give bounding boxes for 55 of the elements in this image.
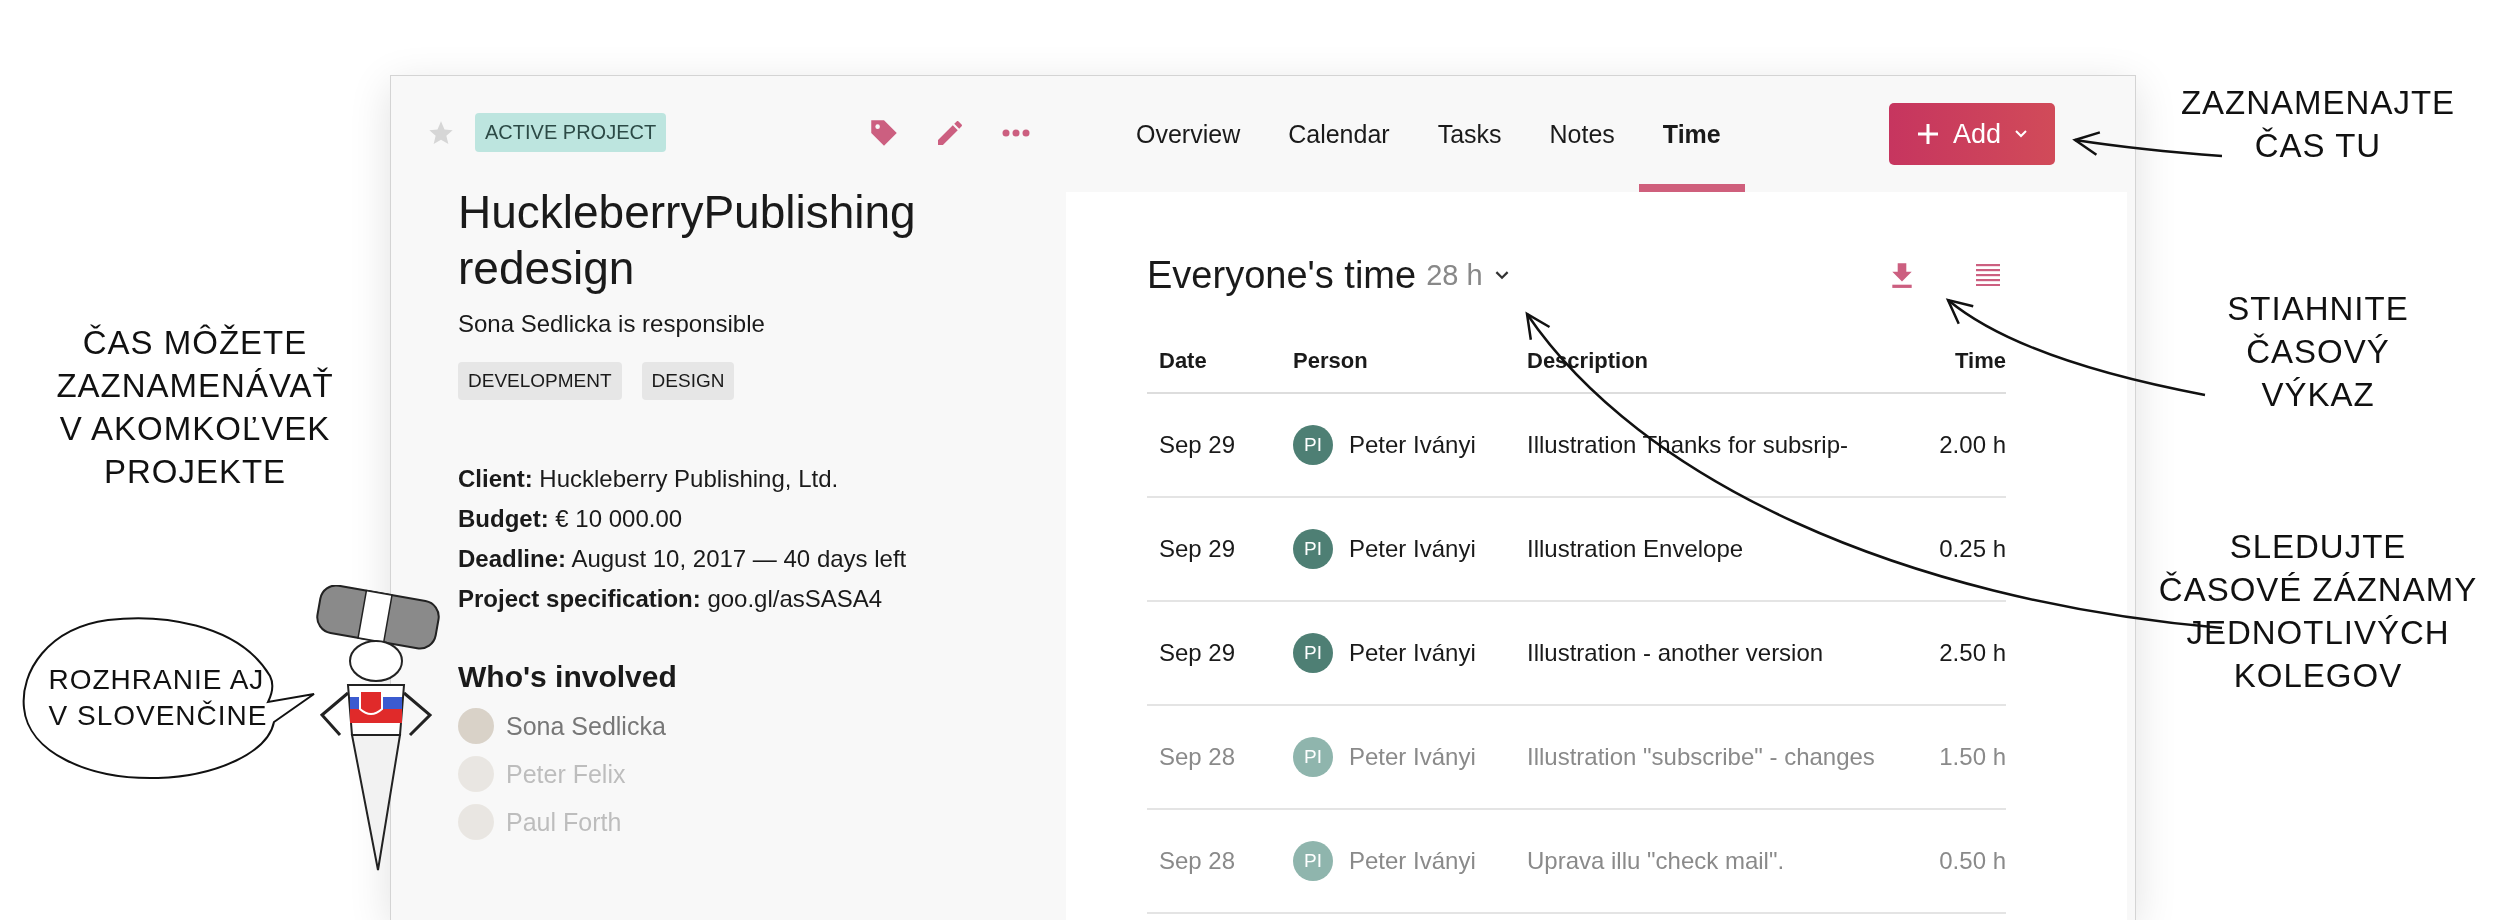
section-heading: Who's involved: [458, 660, 678, 694]
plus-icon: [1916, 123, 1939, 145]
avatar-initials: PI: [1293, 425, 1333, 465]
person-name: Peter Iványi: [1349, 535, 1476, 563]
detail-text: Project specification: goo.gl/asSASA4: [458, 584, 884, 614]
annotation-text: SLEDUJTE ČASOVÉ ZÁZNAMY JEDNOTLIVÝCH KOLEGOV: [2158, 527, 2478, 697]
description-cell: Illustration "subscribe" - changes: [1515, 706, 1928, 810]
status-badge: ACTIVE PROJECT: [475, 113, 667, 152]
description-cell: Illustration Envelope: [1515, 498, 1928, 602]
date-cell: Sep 28: [1147, 810, 1281, 914]
tag-chip: DESIGN: [641, 362, 735, 400]
annotation-text: ZAZNAMENAJTE ČAS TU: [2180, 83, 2456, 166]
person-name: Peter Iványi: [1349, 639, 1476, 667]
column-header: Person: [1281, 330, 1515, 394]
annotation-text: STIAHNITE ČASOVÝ VÝKAZ: [2227, 288, 2409, 415]
column-header: Date: [1147, 330, 1281, 394]
avatar-placeholder: [458, 708, 494, 744]
detail-text: Client: Huckleberry Publishing, Ltd.: [458, 464, 840, 494]
total-hours: 28 h: [1426, 258, 1483, 292]
tab[interactable]: Overview: [1112, 76, 1265, 192]
speech-bubble-text: ROZHRANIE AJ V SLOVENČINE: [48, 662, 268, 733]
person-name: Paul Forth: [506, 807, 622, 837]
person-name: Peter Iványi: [1349, 743, 1476, 771]
project-title: HuckleberryPublishing redesign: [458, 185, 917, 296]
person-name: Sona Sedlicka: [506, 711, 666, 741]
avatar-initials: PI: [1293, 737, 1333, 777]
tab[interactable]: Tasks: [1413, 76, 1526, 192]
responsible-text: Sona Sedlicka is responsible: [458, 310, 766, 338]
date-cell: Sep 29: [1147, 602, 1281, 706]
time-cell: 0.50 h: [1927, 810, 2006, 914]
annotation-text: ČAS MÔŽETE ZAZNAMENÁVAŤ V AKOMKOĽVEK PROJEKTE: [56, 323, 334, 492]
person-name: Peter Felix: [506, 759, 626, 789]
tag-chip: DEVELOPMENT: [458, 362, 622, 400]
tab[interactable]: Notes: [1525, 76, 1639, 192]
time-cell: 1.50 h: [1927, 706, 2006, 810]
time-cell: 2.50 h: [1927, 602, 2006, 706]
date-cell: Sep 29: [1147, 498, 1281, 602]
add-button[interactable]: Add: [1889, 103, 2055, 165]
time-cell: 0.25 h: [1927, 498, 2006, 602]
person-name: Peter Iványi: [1349, 847, 1476, 875]
detail-text: Deadline: August 10, 2017 — 40 days left: [458, 544, 908, 574]
chevron-down-icon: [2015, 130, 2027, 138]
avatar-initials: PI: [1293, 841, 1333, 881]
tab[interactable]: Calendar: [1264, 76, 1414, 192]
description-cell: Illustration - another version: [1515, 602, 1928, 706]
description-cell: Uprava illu "check mail".: [1515, 810, 1928, 914]
detail-text: Budget: € 10 000.00: [458, 504, 684, 534]
avatar-initials: PI: [1293, 633, 1333, 673]
date-cell: Sep 28: [1147, 706, 1281, 810]
date-cell: Sep 29: [1147, 394, 1281, 498]
time-cell: 2.00 h: [1927, 394, 2006, 498]
avatar-initials: PI: [1293, 529, 1333, 569]
column-header: Time: [1927, 330, 2006, 394]
person-name: Peter Iványi: [1349, 431, 1476, 459]
panel-title: Everyone's time: [1147, 253, 1417, 297]
